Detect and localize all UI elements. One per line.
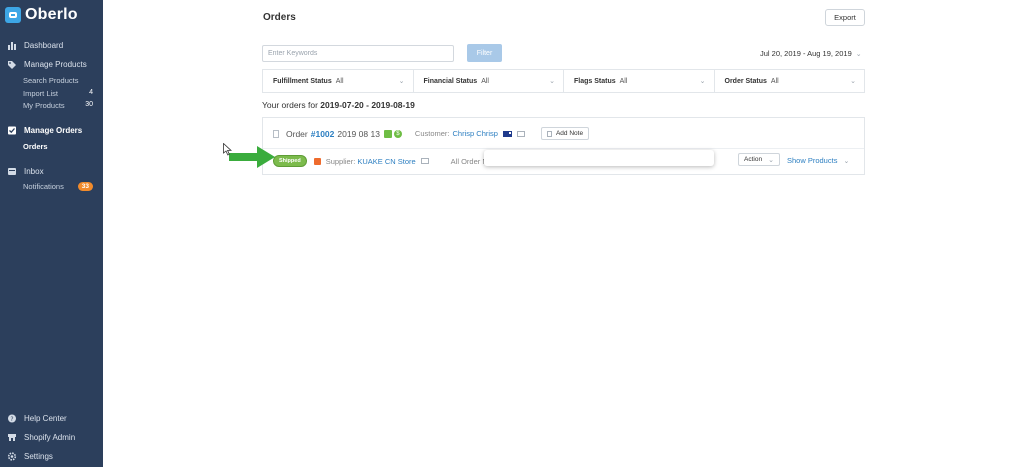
my-products-count: 30 xyxy=(85,101,93,108)
fulfillment-status-filter[interactable]: Fulfillment Status All ⌄ xyxy=(263,70,414,92)
sidebar-item-label: Manage Products xyxy=(24,60,87,69)
order-number-popover[interactable] xyxy=(484,150,714,166)
sidebar-item-label: Help Center xyxy=(24,414,67,423)
show-products-link[interactable]: Show Products ⌄ xyxy=(787,156,849,165)
chevron-down-icon: ⌄ xyxy=(398,78,405,85)
order-number-link[interactable]: #1002 xyxy=(311,129,335,139)
sidebar-item-label: Manage Orders xyxy=(24,126,83,135)
sidebar-item-dashboard[interactable]: Dashboard xyxy=(7,41,63,50)
flags-status-filter[interactable]: Flags Status All ⌄ xyxy=(564,70,715,92)
chevron-down-icon: ⌄ xyxy=(549,78,555,85)
sidebar: Oberlo Dashboard Manage Products Search … xyxy=(0,0,103,467)
order-label: Order xyxy=(286,128,308,139)
sidebar-item-label: Settings xyxy=(24,452,53,461)
sidebar-item-manage-products[interactable]: Manage Products xyxy=(7,60,87,69)
add-note-button[interactable]: Add Note xyxy=(540,127,590,140)
inbox-icon xyxy=(8,168,16,175)
supplier-icon xyxy=(313,157,321,165)
sidebar-item-label: Notifications xyxy=(23,182,64,191)
date-range-picker[interactable]: Jul 20, 2019 - Aug 19, 2019 ⌄ xyxy=(760,49,862,58)
annotation-arrow-icon xyxy=(229,146,275,168)
sidebar-item-import-list[interactable]: Import List 4 xyxy=(23,89,93,98)
financial-status-filter[interactable]: Financial Status All ⌄ xyxy=(414,70,564,92)
chevron-down-icon: ⌄ xyxy=(855,50,862,58)
oberlo-logo-icon xyxy=(5,7,21,23)
chevron-down-icon: ⌄ xyxy=(843,157,850,165)
filter-value: All xyxy=(619,77,628,85)
show-products-label: Show Products xyxy=(787,156,838,165)
sidebar-item-orders[interactable]: Orders xyxy=(23,142,93,151)
filter-value: All xyxy=(770,77,779,85)
filter-label: Fulfillment Status xyxy=(273,77,332,85)
notifications-badge: 33 xyxy=(77,182,93,191)
summary-prefix: Your orders for xyxy=(262,100,318,110)
mail-icon[interactable] xyxy=(516,130,525,137)
bar-chart-icon xyxy=(8,42,16,50)
sidebar-item-shopify-admin[interactable]: Shopify Admin xyxy=(7,433,75,442)
sidebar-item-label: Import List xyxy=(23,89,59,98)
date-range-value: Jul 20, 2019 - Aug 19, 2019 xyxy=(760,49,852,58)
tag-icon xyxy=(8,61,16,69)
help-icon: ? xyxy=(8,414,16,423)
action-dropdown[interactable]: Action ⌄ xyxy=(738,153,780,166)
note-icon xyxy=(546,130,552,137)
sidebar-item-settings[interactable]: Settings xyxy=(7,452,53,461)
sidebar-item-label: Search Products xyxy=(23,76,79,85)
filter-bar: Fulfillment Status All ⌄ Financial Statu… xyxy=(262,69,865,93)
sidebar-item-label: Dashboard xyxy=(24,41,64,50)
sidebar-item-label: Shopify Admin xyxy=(24,433,76,442)
filter-value: All xyxy=(481,77,489,85)
action-label: Action xyxy=(744,156,763,163)
mail-icon[interactable] xyxy=(420,158,429,164)
page-title: Orders xyxy=(263,12,296,23)
filter-label: Financial Status xyxy=(423,77,478,85)
summary-range: 2019-07-20 - 2019-08-19 xyxy=(320,100,415,110)
filter-button[interactable]: Filter xyxy=(467,44,502,62)
sidebar-item-my-products[interactable]: My Products 30 xyxy=(23,101,93,110)
order-date: 2019 08 13 xyxy=(337,128,380,139)
customer-name-link[interactable]: Chrisp Chrisp xyxy=(453,129,498,138)
sidebar-item-label: Orders xyxy=(23,142,48,151)
sidebar-item-label: My Products xyxy=(23,101,65,110)
checkbox-icon xyxy=(8,126,16,135)
order-status-filter[interactable]: Order Status All ⌄ xyxy=(715,70,865,92)
status-badge: Shipped xyxy=(273,155,307,167)
chevron-down-icon: ⌄ xyxy=(850,78,856,85)
svg-text:?: ? xyxy=(10,416,13,423)
sidebar-item-label: Inbox xyxy=(24,167,44,176)
import-list-count: 4 xyxy=(89,89,93,96)
chevron-down-icon: ⌄ xyxy=(699,78,706,85)
order-header: Order #1002 2019 08 13 $ Customer: Chris… xyxy=(273,127,590,140)
order-supplier-row: Shipped Supplier: KUAKE CN Store All Ord… xyxy=(273,155,494,167)
filter-value: All xyxy=(335,77,344,85)
brand[interactable]: Oberlo xyxy=(5,6,78,24)
supplier-name-link[interactable]: KUAKE CN Store xyxy=(357,157,415,166)
search-input[interactable] xyxy=(262,45,454,62)
add-note-label: Add Note xyxy=(555,130,584,137)
mouse-cursor-icon xyxy=(223,143,232,156)
brand-name: Oberlo xyxy=(25,6,78,23)
divider xyxy=(263,148,864,149)
supplier-label: Supplier: xyxy=(325,156,356,166)
sidebar-item-search-products[interactable]: Search Products xyxy=(23,76,93,85)
sidebar-item-manage-orders[interactable]: Manage Orders xyxy=(7,126,82,135)
sidebar-item-notifications[interactable]: Notifications 33 xyxy=(23,182,93,191)
flag-icon xyxy=(502,130,512,137)
export-button[interactable]: Export xyxy=(825,9,865,26)
gear-icon xyxy=(7,452,17,461)
store-icon xyxy=(8,434,16,441)
sidebar-item-inbox[interactable]: Inbox xyxy=(7,167,44,176)
filter-label: Flags Status xyxy=(574,77,616,85)
sidebar-item-help-center[interactable]: ? Help Center xyxy=(7,414,67,423)
customer-label: Customer: xyxy=(414,129,450,138)
fulfilled-check-icon xyxy=(383,129,392,138)
bookmark-icon[interactable] xyxy=(273,129,279,138)
filter-label: Order Status xyxy=(724,77,767,85)
orders-summary: Your orders for 2019-07-20 - 2019-08-19 xyxy=(262,100,415,110)
paid-dollar-icon: $ xyxy=(393,129,402,138)
chevron-down-icon: ⌄ xyxy=(768,156,774,164)
order-card: Order #1002 2019 08 13 $ Customer: Chris… xyxy=(262,117,865,175)
